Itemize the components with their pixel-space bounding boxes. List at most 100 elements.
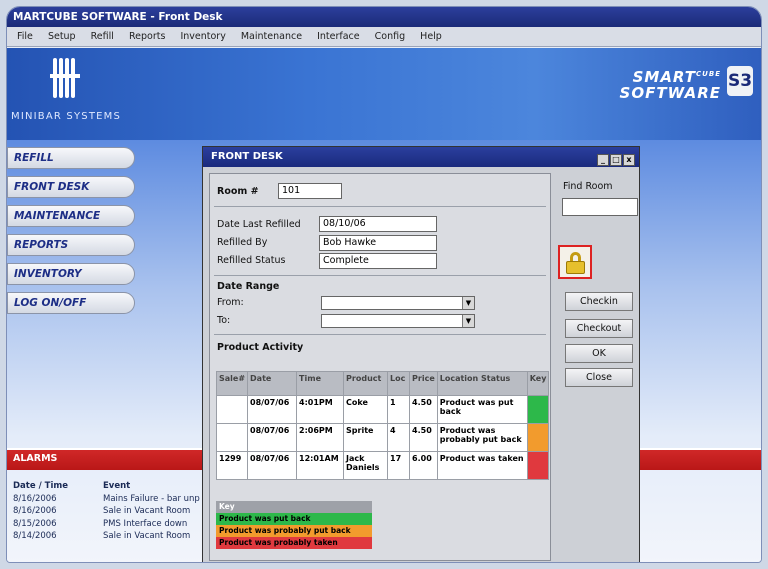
cell-loc: 4 (387, 423, 411, 452)
room-label: Room # (217, 186, 259, 197)
alarm-date: 8/15/2006 (13, 518, 57, 529)
cell-product: Jack Daniels (343, 451, 389, 480)
menu-inventory[interactable]: Inventory (180, 31, 225, 42)
alarm-date: 8/14/2006 (13, 531, 57, 541)
col-time: Time (296, 371, 345, 396)
nav-reports[interactable]: REPORTS (7, 234, 135, 256)
cell-sale: 1299 (215, 451, 249, 480)
nav-refill[interactable]: REFILL (7, 147, 135, 169)
alarm-event: Mains Failure - bar unp (103, 493, 200, 504)
lock-icon[interactable] (558, 245, 592, 279)
alarms-header: Date / Time Event (13, 481, 200, 494)
window-controls: _ □ x (596, 150, 635, 170)
dialog-title-bar[interactable]: FRONT DESK _ □ x (203, 147, 639, 167)
cell-price: 6.00 (409, 451, 438, 480)
from-label: From: (217, 297, 244, 308)
refilled-status-field[interactable]: Complete (319, 253, 437, 269)
brand-line2: SOFTWARE (619, 84, 721, 102)
checkout-button[interactable]: Checkout (565, 319, 633, 338)
refilled-by-label: Refilled By (217, 237, 268, 248)
alarm-date: 8/16/2006 (13, 506, 57, 516)
menu-help[interactable]: Help (420, 31, 442, 42)
table-row[interactable]: 1299 08/07/06 12:01AM Jack Daniels 17 6.… (215, 451, 550, 480)
menu-refill[interactable]: Refill (91, 31, 114, 42)
col-key: Key (526, 371, 550, 396)
maximize-icon[interactable]: □ (610, 154, 622, 166)
menu-bar: File Setup Refill Reports Inventory Main… (7, 27, 761, 47)
menu-file[interactable]: File (17, 31, 33, 42)
front-desk-dialog: FRONT DESK _ □ x Room # 101 Date Last Refi… (202, 146, 640, 562)
alarm-event: PMS Interface down (103, 518, 188, 529)
cell-loc: 17 (387, 451, 411, 480)
table-row[interactable]: 08/07/06 2:06PM Sprite 4 4.50 Product wa… (215, 423, 550, 452)
refilled-status-label: Refilled Status (217, 255, 286, 266)
menu-maintenance[interactable]: Maintenance (241, 31, 302, 42)
chevron-down-icon[interactable]: ▼ (462, 315, 474, 327)
cell-status: Product was probably put back (436, 423, 528, 452)
ok-button[interactable]: OK (565, 344, 633, 363)
col-loc: Loc (387, 371, 411, 396)
product-activity-label: Product Activity (217, 342, 304, 353)
cell-time: 2:06PM (296, 423, 345, 452)
chevron-down-icon[interactable]: ▼ (462, 297, 474, 309)
cell-price: 4.50 (409, 395, 438, 424)
divider (214, 275, 546, 276)
app-window: MARTCUBE SOFTWARE - Front Desk File Setu… (6, 6, 762, 563)
col-product: Product (343, 371, 389, 396)
close-button[interactable]: Close (565, 368, 633, 387)
nav-log-on-off[interactable]: LOG ON/OFF (7, 292, 135, 314)
key-swatch (526, 423, 550, 452)
key-probably-put-back: Product was probably put back (216, 525, 372, 537)
from-date-select[interactable]: ▼ (321, 296, 475, 310)
date-last-refilled-field[interactable]: 08/10/06 (319, 216, 437, 232)
cell-product: Coke (343, 395, 389, 424)
refilled-by-field[interactable]: Bob Hawke (319, 235, 437, 251)
alarms-table: Date / Time Event 8/16/2006 Mains Failure … (13, 481, 200, 544)
date-last-refilled-label: Date Last Refilled (217, 219, 301, 230)
cell-price: 4.50 (409, 423, 438, 452)
close-icon[interactable]: x (623, 154, 635, 166)
table-header-row: Sale# Date Time Product Loc Price Locati… (215, 371, 550, 396)
checkin-button[interactable]: Checkin (565, 292, 633, 311)
cell-product: Sprite (343, 423, 389, 452)
logo-text: MINIBAR SYSTEMS (11, 111, 122, 122)
menu-config[interactable]: Config (375, 31, 405, 42)
brand-badge: S3 (727, 66, 753, 96)
minimize-icon[interactable]: _ (597, 154, 609, 166)
alarm-row[interactable]: 8/16/2006 Sale in Vacant Room (13, 506, 200, 519)
alarm-date: 8/16/2006 (13, 493, 57, 504)
to-date-select[interactable]: ▼ (321, 314, 475, 328)
app-title: MARTCUBE SOFTWARE - Front Desk (13, 11, 223, 23)
brand-cube: CUBE (696, 70, 721, 78)
nav-front-desk[interactable]: FRONT DESK (7, 176, 135, 198)
alarm-event: Sale in Vacant Room (103, 506, 191, 516)
menu-setup[interactable]: Setup (48, 31, 76, 42)
divider (214, 334, 546, 335)
divider (214, 206, 546, 207)
col-sale: Sale# (215, 371, 249, 396)
key-swatch (526, 395, 550, 424)
alarms-header-date: Date / Time (13, 481, 68, 491)
alarm-row[interactable]: 8/16/2006 Mains Failure - bar unp (13, 494, 200, 507)
col-location-status: Location Status (436, 371, 528, 396)
room-number-field[interactable]: 101 (278, 183, 342, 199)
alarm-row[interactable]: 8/14/2006 Sale in Vacant Room (13, 531, 200, 544)
minibar-logo-icon (45, 58, 85, 102)
alarm-row[interactable]: 8/15/2006 PMS Interface down (13, 519, 200, 532)
cell-sale (215, 423, 249, 452)
nav-maintenance[interactable]: MAINTENANCE (7, 205, 135, 227)
app-title-bar: MARTCUBE SOFTWARE - Front Desk (7, 7, 761, 27)
col-date: Date (247, 371, 298, 396)
key-put-back: Product was put back (216, 513, 372, 525)
key-title: Key (216, 501, 372, 513)
nav-inventory[interactable]: INVENTORY (7, 263, 135, 285)
table-row[interactable]: 08/07/06 4:01PM Coke 1 4.50 Product was … (215, 395, 550, 424)
find-room-field[interactable] (562, 198, 638, 216)
alarm-event: Sale in Vacant Room (103, 531, 191, 541)
dialog-title: FRONT DESK (211, 151, 283, 162)
menu-interface[interactable]: Interface (317, 31, 360, 42)
to-label: To: (217, 315, 231, 326)
date-range-label: Date Range (217, 281, 280, 292)
cell-date: 08/07/06 (247, 451, 298, 480)
menu-reports[interactable]: Reports (129, 31, 165, 42)
